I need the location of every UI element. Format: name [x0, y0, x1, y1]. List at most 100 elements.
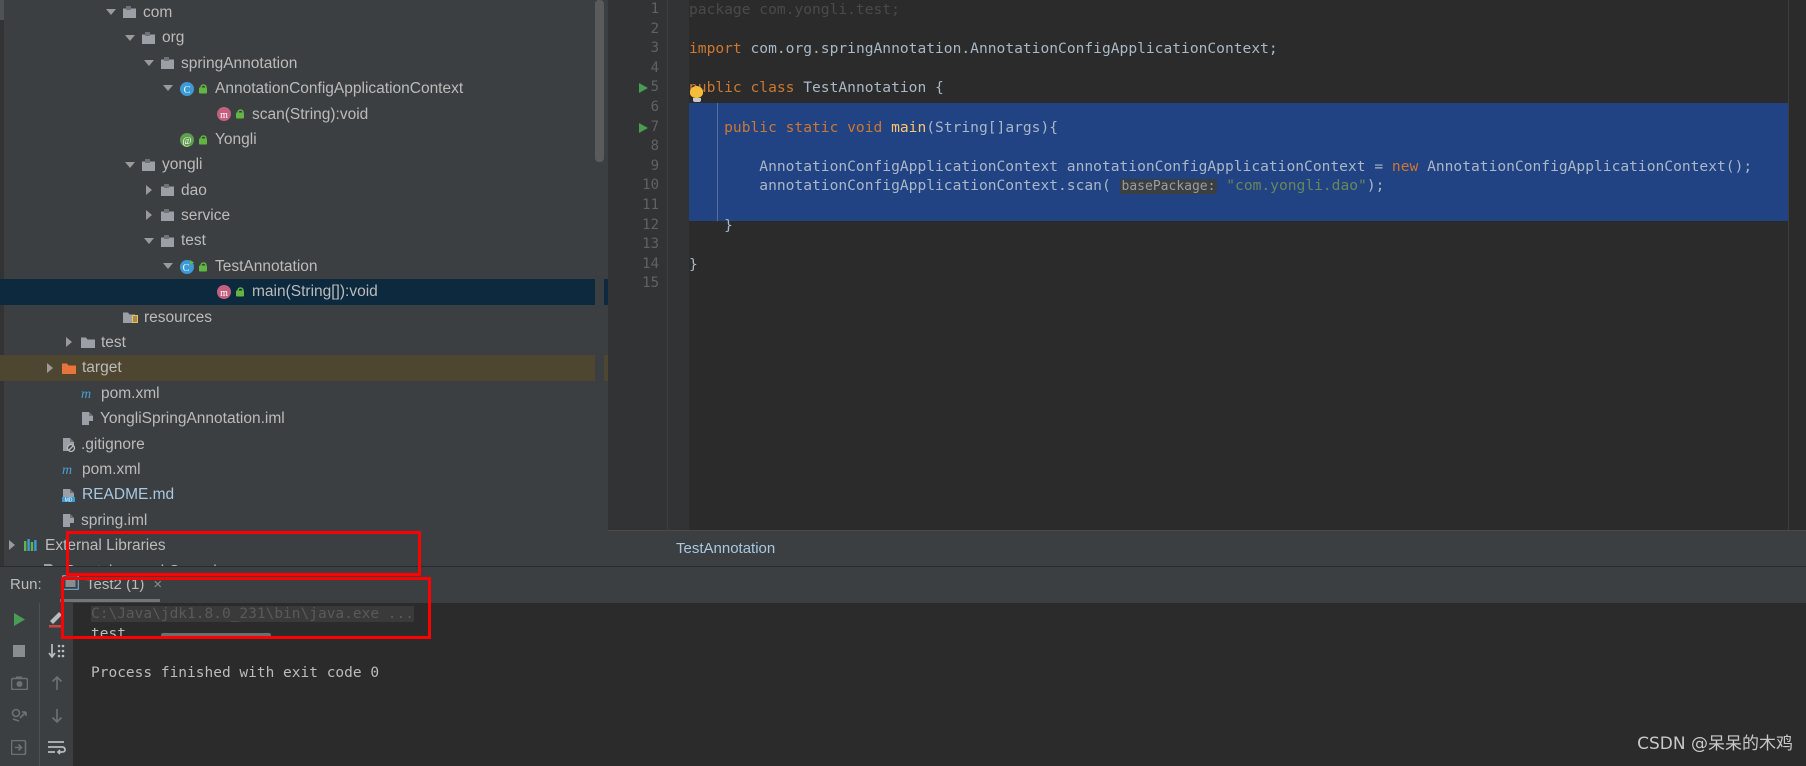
code-token: } — [689, 216, 733, 234]
sort-icon[interactable] — [40, 635, 73, 667]
tree-item-label: service — [181, 207, 231, 225]
breadcrumb-class-name[interactable]: TestAnnotation — [676, 540, 775, 557]
chevron-down-icon[interactable] — [106, 7, 117, 18]
code-line-10: annotationConfigApplicationContext.scan(… — [689, 176, 1384, 197]
tree-item-label: .gitignore — [81, 435, 145, 453]
code-line-3: import com.org.springAnnotation.Annotati… — [689, 39, 1278, 59]
svg-text:m: m — [62, 463, 72, 477]
tree-item-yongli[interactable]: @ Yongli — [0, 127, 697, 152]
code-token: public static void — [689, 118, 892, 136]
project-tree-rows[interactable]: com org springAnnotation C AnnotationConfigA… — [0, 0, 697, 572]
tree-item-spring-iml[interactable]: spring.iml — [0, 508, 697, 533]
chevron-right-icon[interactable] — [144, 184, 155, 196]
tree-item-annotationconfigapplicationcontext[interactable]: C AnnotationConfigApplicationContext — [0, 76, 697, 101]
tree-item-com[interactable]: com — [0, 0, 697, 25]
code-line-7: public static void main(String[]args){ — [689, 118, 1058, 138]
svg-text:m: m — [220, 288, 228, 299]
tree-item-pom-xml[interactable]: m pom.xml — [0, 381, 697, 406]
tree-scrollbar-thumb[interactable] — [595, 0, 604, 162]
tree-item-external-libraries[interactable]: External Libraries — [0, 533, 697, 558]
export-icon[interactable] — [0, 731, 38, 763]
stop-icon[interactable] — [0, 635, 38, 667]
code-line-9: AnnotationConfigApplicationContext annot… — [689, 157, 1752, 177]
editor-gutter[interactable]: 1 2 3 4 5 6 7 8 9 10 11 12 13 14 15 — [608, 0, 667, 531]
tree-item-springannotation[interactable]: springAnnotation — [0, 51, 697, 76]
chevron-down-icon[interactable] — [144, 58, 155, 69]
run-icon[interactable] — [0, 603, 38, 635]
wrap-icon[interactable] — [40, 731, 73, 763]
chevron-down-icon[interactable] — [163, 83, 174, 94]
tree-item-org[interactable]: org — [0, 25, 697, 50]
code-token: package com.yongli.test; — [689, 1, 900, 18]
iml-icon — [61, 513, 76, 528]
run-toolbar-primary[interactable] — [0, 603, 38, 766]
package-icon — [160, 183, 176, 198]
line-number: 14 — [642, 255, 659, 272]
class-run-icon: C — [179, 259, 210, 275]
maven-icon: m — [80, 386, 96, 401]
camera-icon[interactable] — [0, 667, 38, 699]
code-editor[interactable]: 123456789101112131415 ⌐⌐ package com.yon… — [608, 0, 1806, 531]
package-icon — [141, 31, 157, 46]
tree-item-gitignore[interactable]: .gitignore — [0, 432, 697, 457]
tree-item-scan-string-void[interactable]: m scan(String):void — [0, 102, 697, 127]
tree-item-yongli[interactable]: yongli — [0, 152, 697, 177]
tree-item-testannotation[interactable]: C TestAnnotation — [0, 254, 697, 279]
chevron-right-icon[interactable] — [144, 210, 155, 221]
tree-item-label: spring.iml — [81, 511, 148, 529]
markdown-icon: MD — [61, 488, 77, 503]
chevron-right-icon[interactable] — [7, 540, 18, 551]
line-number: 8 — [650, 138, 659, 155]
tree-item-main-string-void[interactable]: m main(String[]):void — [0, 279, 697, 305]
chevron-down-icon[interactable] — [125, 33, 136, 44]
tree-item-label: YongliSpringAnnotation.iml — [100, 410, 285, 428]
code-token: com.org.springAnnotation.AnnotationConfi… — [750, 40, 1278, 58]
chevron-down-icon[interactable] — [144, 236, 155, 247]
tree-item-yonglispringannotation-iml[interactable]: YongliSpringAnnotation.iml — [0, 406, 697, 431]
edit-config-icon[interactable] — [40, 603, 73, 635]
up-arrow-icon[interactable] — [40, 667, 73, 699]
iml-icon — [80, 411, 95, 426]
tree-item-test[interactable]: test — [0, 229, 697, 254]
line-number: 4 — [650, 59, 659, 76]
tree-item-test[interactable]: test — [0, 330, 697, 355]
chevron-down-icon[interactable] — [125, 160, 136, 171]
gutter-run-icon[interactable] — [639, 83, 648, 94]
tree-item-label: resources — [144, 308, 213, 326]
run-toolbar-secondary[interactable] — [39, 603, 73, 766]
gutter-run-icon[interactable] — [639, 122, 648, 133]
tree-item-dao[interactable]: dao — [0, 178, 697, 203]
console-scroll-thumb[interactable] — [161, 633, 271, 637]
svg-text:C: C — [183, 263, 190, 274]
code-token: import — [689, 40, 751, 58]
svg-text:MD: MD — [65, 497, 73, 503]
tree-item-label: org — [162, 29, 185, 47]
tree-item-service[interactable]: service — [0, 203, 697, 228]
project-tree-panel[interactable]: com org springAnnotation C AnnotationConfigA… — [0, 0, 697, 572]
run-config-icon — [61, 574, 80, 595]
resources-icon — [122, 310, 139, 325]
console-output-line: Process finished with exit code 0 — [91, 665, 380, 681]
tree-item-target[interactable]: target — [0, 355, 697, 381]
tree-item-resources[interactable]: resources — [0, 305, 697, 330]
down-arrow-icon[interactable] — [40, 699, 73, 731]
maven-icon: m — [61, 462, 77, 477]
restore-layout-icon[interactable] — [0, 699, 38, 731]
run-tab[interactable]: Test2 (1) × — [56, 569, 168, 600]
code-text-area[interactable]: package com.yongli.test; import com.org.s… — [689, 0, 1806, 531]
line-number: 7 — [650, 118, 659, 135]
chevron-down-icon[interactable] — [163, 261, 174, 272]
tree-item-readme-md[interactable]: MD README.md — [0, 482, 697, 507]
console-output[interactable]: C:\Java\jdk1.8.0_231\bin\java.exe ... tes… — [73, 603, 1806, 766]
code-token: "com.yongli.dao" — [1226, 177, 1367, 195]
line-number: 11 — [642, 197, 659, 213]
intention-bulb-icon[interactable] — [690, 86, 703, 103]
close-icon[interactable]: × — [153, 577, 162, 592]
code-folding-strip[interactable]: ⌐⌐ — [668, 0, 739, 531]
chevron-right-icon[interactable] — [45, 362, 56, 374]
tree-item-pom-xml[interactable]: m pom.xml — [0, 457, 697, 482]
chevron-right-icon[interactable] — [64, 337, 75, 348]
